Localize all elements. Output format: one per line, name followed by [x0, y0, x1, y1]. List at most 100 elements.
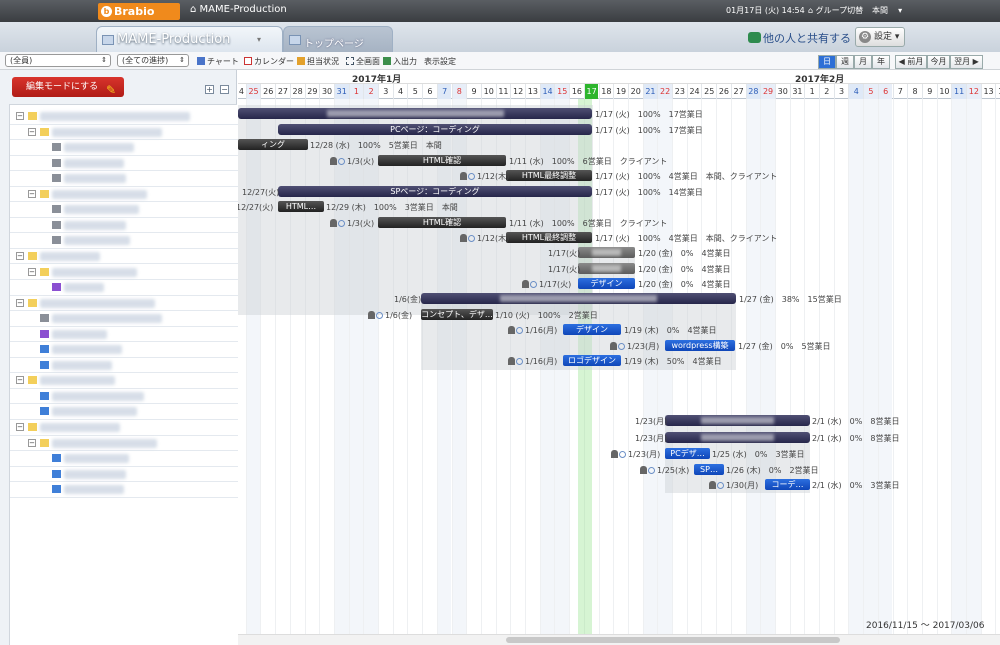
task-bar[interactable]: デザイン [563, 324, 621, 335]
tree-row[interactable] [10, 233, 238, 249]
expand-toggle[interactable]: − [16, 376, 24, 385]
tree-row[interactable]: − [10, 420, 238, 436]
task-bar[interactable] [665, 415, 810, 426]
task-end-date: 1/20 (金) [638, 265, 673, 274]
collapse-all-button[interactable]: − [220, 85, 229, 94]
tree-row[interactable] [10, 482, 238, 498]
tree-row[interactable] [10, 451, 238, 467]
edit-mode-button[interactable]: 編集モードにする ✎ [12, 77, 124, 97]
attachment-icon[interactable] [717, 482, 724, 489]
expand-toggle[interactable]: − [16, 298, 24, 307]
settings-button[interactable]: ⚙ 設定 ▾ [855, 27, 905, 47]
tree-row[interactable] [10, 140, 238, 156]
tree-row[interactable] [10, 280, 238, 296]
scrollbar-thumb[interactable] [506, 637, 840, 643]
project-link[interactable]: ⌂ MAME-Production [190, 4, 287, 15]
group-switch[interactable]: ⌂ グループ切替 [808, 5, 863, 16]
tree-row[interactable] [10, 156, 238, 172]
expand-toggle[interactable]: − [28, 127, 36, 136]
chart-button[interactable]: チャート [197, 56, 239, 67]
tree-row[interactable] [10, 202, 238, 218]
this-month-button[interactable]: 今月 [927, 55, 950, 69]
task-bar[interactable]: SPページ：コーディング [278, 186, 592, 197]
chevron-down-icon[interactable]: ▾ [257, 35, 261, 44]
task-bar[interactable]: PCデザ… [665, 448, 710, 459]
expand-toggle[interactable]: − [28, 189, 36, 198]
expand-toggle[interactable]: − [28, 438, 36, 447]
share-button[interactable]: 他の人と共有する [748, 30, 851, 46]
tree-row[interactable]: − [10, 125, 238, 141]
task-bar[interactable] [578, 263, 635, 274]
attachment-icon[interactable] [468, 173, 475, 180]
task-bar[interactable]: デザイン [578, 278, 635, 289]
task-bar[interactable]: PCページ：コーディング [278, 124, 592, 135]
view-day-button[interactable]: 日 [818, 55, 836, 69]
task-bar[interactable]: HTML確認 [378, 217, 506, 228]
member-filter-select[interactable]: (全員) ⇕ [5, 54, 111, 67]
user-menu[interactable]: 本間 ▾ [872, 5, 902, 16]
tree-row[interactable] [10, 342, 238, 358]
task-bar[interactable]: SP… [694, 464, 724, 475]
attachment-icon[interactable] [376, 312, 383, 319]
attachment-icon[interactable] [516, 327, 523, 334]
tree-row[interactable]: − [10, 436, 238, 452]
progress-filter-select[interactable]: (全ての進捗) ⇕ [117, 54, 189, 67]
task-bar[interactable] [421, 293, 736, 304]
tree-row[interactable] [10, 389, 238, 405]
tree-row[interactable] [10, 467, 238, 483]
tab-project[interactable]: MAME-Production ▾ [96, 26, 283, 52]
tree-row[interactable] [10, 311, 238, 327]
tree-row[interactable] [10, 171, 238, 187]
horizontal-scrollbar[interactable] [238, 634, 1000, 645]
task-bar[interactable] [238, 108, 592, 119]
expand-toggle[interactable]: − [28, 267, 36, 276]
attachment-icon[interactable] [648, 467, 655, 474]
tree-row[interactable]: − [10, 296, 238, 312]
task-bar[interactable]: HTML最終調整 [506, 170, 592, 181]
task-bar[interactable]: HTML最終調整 [506, 232, 592, 243]
import-export-button[interactable]: 入出力 [383, 56, 417, 67]
attachment-icon[interactable] [618, 343, 625, 350]
task-bar[interactable]: HTML… [278, 201, 324, 212]
task-bar[interactable]: ィング [238, 139, 308, 150]
task-bar[interactable]: wordpress構築 [665, 340, 735, 351]
tab-top-page[interactable]: トップページ [283, 26, 393, 52]
tree-row[interactable] [10, 404, 238, 420]
day-cell: 31 [333, 84, 349, 99]
task-start-info: 1/16(月) [508, 325, 557, 336]
prev-month-button[interactable]: ◀ 前月 [895, 55, 927, 69]
expand-toggle[interactable]: − [16, 112, 24, 120]
task-bar[interactable]: HTML確認 [378, 155, 506, 166]
tree-row[interactable]: − [10, 109, 238, 125]
task-bar[interactable]: コンセプト、デザ… [421, 309, 493, 320]
attachment-icon[interactable] [338, 158, 345, 165]
tree-row[interactable]: − [10, 265, 238, 280]
expand-all-button[interactable]: + [205, 85, 214, 94]
assignee-status-button[interactable]: 担当状況 [297, 56, 339, 67]
next-month-button[interactable]: 翌月 ▶ [950, 55, 983, 69]
attachment-icon[interactable] [619, 451, 626, 458]
expand-toggle[interactable]: − [16, 423, 24, 431]
brabio-logo[interactable]: b Brabio [98, 3, 180, 20]
tree-row[interactable] [10, 358, 238, 374]
fullscreen-button[interactable]: 全画面 [346, 56, 380, 67]
calendar-button[interactable]: カレンダー [244, 56, 294, 67]
tree-row[interactable]: − [10, 373, 238, 389]
view-month-button[interactable]: 月 [854, 55, 872, 69]
attachment-icon[interactable] [516, 358, 523, 365]
attachment-icon[interactable] [468, 235, 475, 242]
expand-toggle[interactable]: − [16, 251, 24, 260]
task-bar[interactable]: ロゴデザイン [563, 355, 621, 366]
view-week-button[interactable]: 週 [836, 55, 854, 69]
display-settings-button[interactable]: 表示設定 [424, 56, 456, 67]
task-bar[interactable]: コーデ… [765, 479, 810, 490]
tree-row[interactable]: − [10, 249, 238, 265]
attachment-icon[interactable] [530, 281, 537, 288]
attachment-icon[interactable] [338, 220, 345, 227]
task-bar[interactable] [578, 247, 635, 258]
task-bar[interactable] [665, 432, 810, 443]
view-year-button[interactable]: 年 [872, 55, 890, 69]
tree-row[interactable] [10, 218, 238, 234]
tree-row[interactable] [10, 327, 238, 343]
tree-row[interactable]: − [10, 187, 238, 203]
